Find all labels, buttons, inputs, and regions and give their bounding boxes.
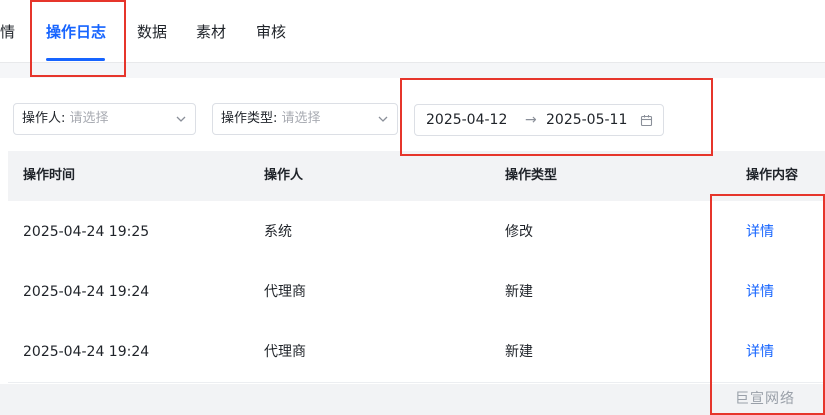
tab-bar: 情 操作日志 数据 素材 审核 xyxy=(0,0,825,63)
operation-type-select[interactable]: 操作类型: 请选择 xyxy=(212,103,398,135)
cell-operator: 代理商 xyxy=(264,344,306,360)
table-row: 2025-04-24 19:24 代理商 新建 详情 xyxy=(8,262,825,323)
brand-watermark: 巨宣网络 xyxy=(735,391,795,407)
operator-select-placeholder: 请选择 xyxy=(69,111,109,126)
details-link[interactable]: 详情 xyxy=(746,342,774,362)
column-header-type: 操作类型 xyxy=(505,168,558,183)
details-link[interactable]: 详情 xyxy=(746,222,774,242)
cell-time: 2025-04-24 19:24 xyxy=(23,284,150,300)
cell-operator: 系统 xyxy=(264,224,292,240)
chevron-down-icon xyxy=(176,116,186,122)
tab-data[interactable]: 数据 xyxy=(137,22,167,42)
tab-details[interactable]: 情 xyxy=(0,22,15,42)
date-range-picker[interactable]: 2025-04-12 → 2025-05-11 xyxy=(414,104,664,136)
table-header: 操作时间 操作人 操作类型 操作内容 xyxy=(8,151,825,201)
cell-time: 2025-04-24 19:25 xyxy=(23,224,150,240)
operation-type-select-placeholder: 请选择 xyxy=(281,111,321,126)
date-end[interactable]: 2025-05-11 xyxy=(546,105,627,135)
cell-time: 2025-04-24 19:24 xyxy=(23,344,150,360)
column-header-content: 操作内容 xyxy=(746,168,799,183)
table-row: 2025-04-24 19:24 代理商 新建 详情 xyxy=(8,322,825,383)
tab-review[interactable]: 审核 xyxy=(256,22,286,42)
active-tab-indicator xyxy=(46,58,105,61)
date-range-separator: → xyxy=(525,112,537,128)
column-header-operator: 操作人 xyxy=(264,168,304,183)
tab-materials[interactable]: 素材 xyxy=(196,22,226,42)
cell-operator: 代理商 xyxy=(264,284,306,300)
footer-strip xyxy=(0,384,825,415)
cell-type: 修改 xyxy=(505,224,533,240)
details-link[interactable]: 详情 xyxy=(746,282,774,302)
cell-type: 新建 xyxy=(505,344,533,360)
cell-type: 新建 xyxy=(505,284,533,300)
date-start[interactable]: 2025-04-12 xyxy=(426,105,507,135)
operator-select-label: 操作人: xyxy=(22,111,66,126)
operator-select[interactable]: 操作人: 请选择 xyxy=(13,103,196,135)
calendar-icon xyxy=(640,115,653,127)
table-row: 2025-04-24 19:25 系统 修改 详情 xyxy=(8,202,825,263)
chevron-down-icon xyxy=(378,116,388,122)
operation-type-select-label: 操作类型: xyxy=(221,111,278,126)
tab-operation-log[interactable]: 操作日志 xyxy=(46,22,106,42)
column-header-time: 操作时间 xyxy=(23,168,76,183)
